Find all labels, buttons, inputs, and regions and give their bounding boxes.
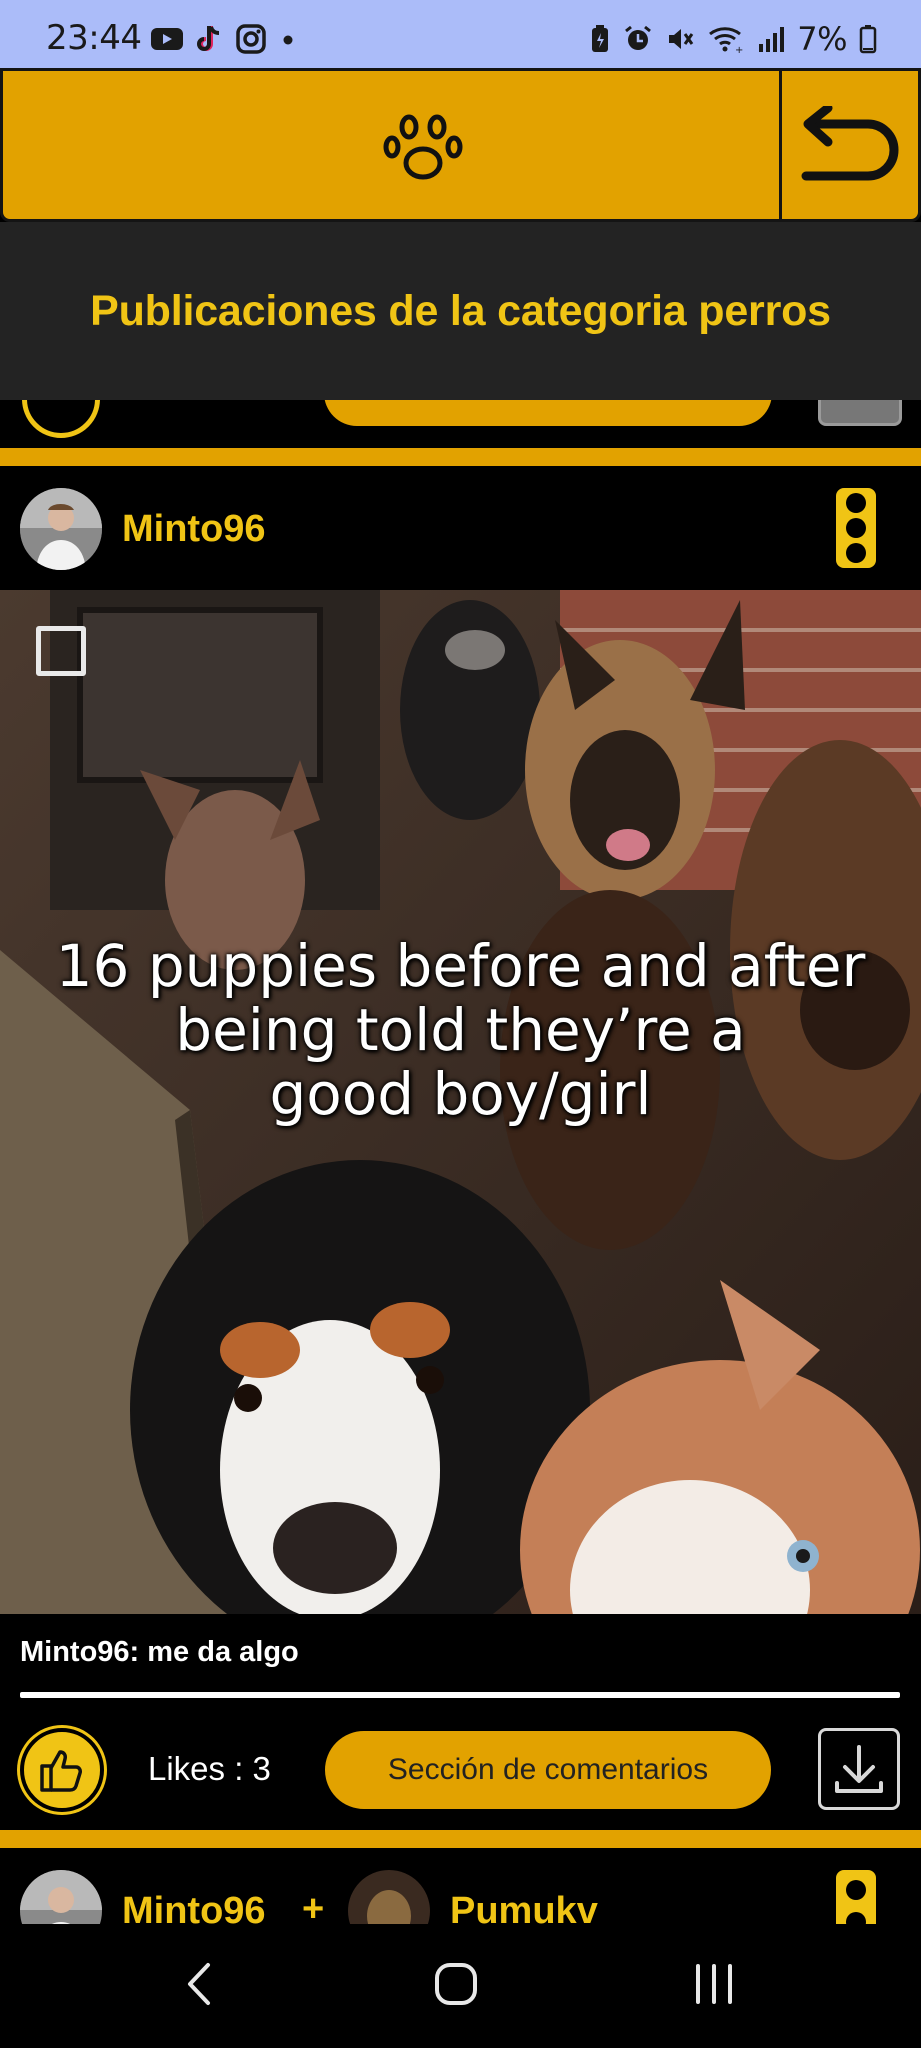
- system-icons: + 7%: [589, 20, 877, 58]
- paw-icon[interactable]: [383, 111, 463, 185]
- tiktok-icon: [197, 26, 220, 51]
- notification-icons: [150, 24, 298, 54]
- signal-icon: [759, 27, 785, 52]
- post-username[interactable]: Minto96: [122, 508, 266, 551]
- post-separator: [0, 1830, 921, 1848]
- caption-line: being told they’re a: [175, 996, 746, 1064]
- battery-percent: 7%: [797, 20, 847, 58]
- post-comment: Minto96: me da algo: [20, 1636, 299, 1668]
- video-caption: 16 puppies before and after being told t…: [0, 934, 921, 1126]
- instagram-icon: [236, 24, 266, 54]
- page-title: Publicaciones de la categoria perros: [90, 286, 831, 335]
- like-button[interactable]: [20, 1728, 104, 1812]
- wifi-icon: +: [709, 27, 744, 54]
- post-menu-button[interactable]: [836, 1870, 876, 1924]
- media-select-checkbox[interactable]: [36, 626, 86, 676]
- mute-icon: [669, 29, 694, 49]
- nav-recents-button[interactable]: [674, 1954, 754, 2014]
- nav-back-button[interactable]: [160, 1954, 240, 2014]
- undo-arrow-icon: [801, 106, 899, 181]
- menu-dot: [846, 1880, 866, 1900]
- youtube-icon: [151, 28, 183, 50]
- battery-saver-icon: [592, 25, 609, 52]
- menu-dot: [846, 493, 866, 513]
- category-title-band: Publicaciones de la categoria perros: [0, 222, 921, 400]
- post-separator: [0, 448, 921, 466]
- plus-sign: +: [302, 1888, 325, 1924]
- avatar[interactable]: [348, 1870, 430, 1924]
- next-post-username[interactable]: Minto96: [122, 1890, 266, 1924]
- home-icon: [435, 1963, 477, 2005]
- avatar[interactable]: [20, 1870, 102, 1924]
- post-actions: Likes : 3 Sección de comentarios: [0, 1720, 921, 1826]
- previous-download-button[interactable]: [818, 400, 902, 426]
- menu-dot: [846, 518, 866, 538]
- thumbs-up-icon: [40, 1750, 82, 1792]
- menu-dot: [846, 1912, 866, 1924]
- avatar[interactable]: [20, 488, 102, 570]
- caption-line: good boy/girl: [269, 1060, 652, 1128]
- post-video[interactable]: 16 puppies before and after being told t…: [0, 590, 921, 1614]
- menu-dot: [846, 543, 866, 563]
- alarm-icon: [625, 25, 652, 50]
- status-time: 23:44: [46, 18, 142, 58]
- download-button[interactable]: [818, 1728, 900, 1810]
- post-header: Minto96: [0, 466, 921, 590]
- system-navigation-bar: [0, 1924, 921, 2048]
- caption-line: 16 puppies before and after: [55, 932, 866, 1000]
- comment-divider: [20, 1692, 900, 1698]
- status-bar: 23:44 + 7%: [0, 0, 921, 68]
- next-post-header: Minto96 + Pumukv: [0, 1852, 921, 1924]
- chevron-left-icon: [188, 1963, 210, 2005]
- likes-count: Likes : 3: [148, 1750, 271, 1787]
- battery-icon: [859, 25, 877, 54]
- svg-text:+: +: [735, 45, 743, 54]
- previous-post-actions: [0, 400, 921, 448]
- dot-icon: [283, 35, 293, 45]
- recents-icon: [696, 1964, 732, 2004]
- nav-home-button[interactable]: [416, 1954, 496, 2014]
- comments-section-button[interactable]: Sección de comentarios: [322, 1728, 774, 1812]
- next-post-username[interactable]: Pumukv: [450, 1890, 598, 1924]
- download-icon: [835, 1745, 883, 1793]
- app-header: [0, 68, 921, 222]
- back-button[interactable]: [782, 71, 918, 221]
- previous-like-button[interactable]: [22, 400, 100, 438]
- previous-comments-button[interactable]: [324, 400, 772, 426]
- post-menu-button[interactable]: [836, 488, 876, 568]
